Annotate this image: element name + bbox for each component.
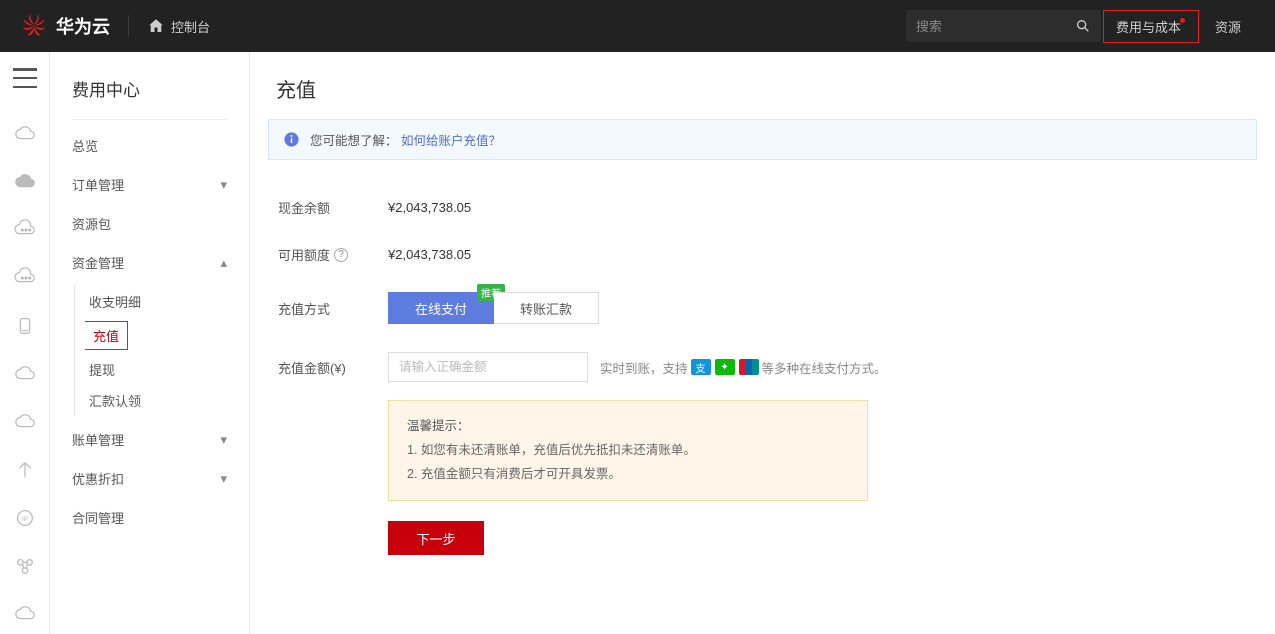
- hamburger-menu-icon[interactable]: [13, 68, 37, 88]
- amount-input[interactable]: [388, 352, 588, 382]
- sidebar-item-contract[interactable]: 合同管理: [50, 498, 249, 537]
- sidebar-item-label: 优惠折扣: [72, 469, 124, 488]
- sidebar-sub-recharge[interactable]: 充值: [85, 321, 128, 350]
- chevron-down-icon: ▾: [220, 471, 227, 487]
- search-input[interactable]: [916, 19, 1056, 34]
- cash-label: 现金余额: [278, 198, 388, 217]
- sidebar-item-label: 合同管理: [72, 508, 124, 527]
- huawei-logo-icon: [20, 12, 48, 40]
- tip-line-1: 1. 如您有未还清账单，充值后优先抵扣未还清账单。: [407, 439, 849, 463]
- sidebar-item-orders[interactable]: 订单管理 ▾: [50, 165, 249, 204]
- body-layout: IP 费用中心 总览 订单管理 ▾ 资源包 资金管理 ▴ 收支明细 充值 提现 …: [0, 52, 1275, 634]
- home-icon: [147, 17, 165, 35]
- sidebar-sub-remittance[interactable]: 汇款认领: [74, 385, 249, 416]
- sidebar-item-label: 账单管理: [72, 430, 124, 449]
- page-title: 充值: [250, 52, 1275, 119]
- wechat-icon: ✦: [715, 359, 735, 375]
- info-icon: [283, 131, 300, 148]
- cost-link[interactable]: 费用与成本: [1103, 10, 1199, 43]
- rail-icon-nodes[interactable]: [0, 546, 50, 586]
- search-box[interactable]: [906, 10, 1101, 42]
- rail-icon-cloud-5[interactable]: [0, 594, 50, 634]
- console-link[interactable]: 控制台: [147, 17, 210, 36]
- rail-icon-ip[interactable]: IP: [0, 498, 50, 538]
- chevron-up-icon: ▴: [220, 255, 227, 271]
- notification-dot: [1180, 18, 1185, 23]
- help-icon[interactable]: ?: [334, 248, 348, 262]
- rail-icon-cloud[interactable]: [0, 114, 50, 154]
- sidebar-item-overview[interactable]: 总览: [50, 126, 249, 165]
- tip-line-2: 2. 充值金额只有消费后才可开具发票。: [407, 463, 849, 487]
- divider: [128, 15, 129, 37]
- console-label: 控制台: [171, 17, 210, 36]
- rail-icon-dots[interactable]: [0, 210, 50, 250]
- main-content: 充值 您可能想了解： 如何给账户充值？ 现金余额 ¥2,043,738.05 可…: [250, 52, 1275, 634]
- next-button[interactable]: 下一步: [388, 521, 484, 555]
- row-recharge-amount: 充值金额(¥) 实时到账，支持 支 ✦ 等多种在线支付方式。: [278, 338, 1247, 396]
- brand-text: 华为云: [56, 13, 110, 39]
- info-link[interactable]: 如何给账户充值？: [401, 134, 501, 148]
- row-available-quota: 可用额度 ? ¥2,043,738.05: [278, 231, 1247, 278]
- tab-online-pay[interactable]: 在线支付 推荐: [388, 292, 494, 324]
- rail-icon-cloud-2[interactable]: [0, 162, 50, 202]
- rail-icon-up[interactable]: [0, 450, 50, 490]
- icon-rail: IP: [0, 52, 50, 634]
- cash-value: ¥2,043,738.05: [388, 200, 471, 215]
- row-cash-balance: 现金余额 ¥2,043,738.05: [278, 184, 1247, 231]
- row-recharge-method: 充值方式 在线支付 推荐 转账汇款: [278, 278, 1247, 338]
- amount-label: 充值金额(¥): [278, 358, 388, 377]
- sidebar: 费用中心 总览 订单管理 ▾ 资源包 资金管理 ▴ 收支明细 充值 提现 汇款认…: [50, 52, 250, 634]
- alipay-icon: 支: [691, 359, 711, 375]
- sidebar-sublist-funds: 收支明细 充值 提现 汇款认领: [50, 282, 249, 420]
- quota-value: ¥2,043,738.05: [388, 247, 471, 262]
- method-label: 充值方式: [278, 299, 388, 318]
- chevron-down-icon: ▾: [220, 177, 227, 193]
- sidebar-sub-income-expense[interactable]: 收支明细: [74, 286, 249, 317]
- method-tabs: 在线支付 推荐 转账汇款: [388, 292, 599, 324]
- divider: [72, 119, 227, 120]
- rail-icon-device[interactable]: [0, 306, 50, 346]
- rail-icon-dots-2[interactable]: [0, 258, 50, 298]
- sidebar-item-resource-pack[interactable]: 资源包: [50, 204, 249, 243]
- sidebar-sub-withdraw[interactable]: 提现: [74, 354, 249, 385]
- resource-link[interactable]: 资源: [1201, 17, 1255, 36]
- sidebar-item-discount[interactable]: 优惠折扣 ▾: [50, 459, 249, 498]
- tips-title: 温馨提示：: [407, 415, 849, 439]
- sidebar-item-bills[interactable]: 账单管理 ▾: [50, 420, 249, 459]
- rail-icon-cloud-4[interactable]: [0, 402, 50, 442]
- form-block: 现金余额 ¥2,043,738.05 可用额度 ? ¥2,043,738.05 …: [250, 178, 1275, 561]
- info-text: 您可能想了解： 如何给账户充值？: [310, 130, 501, 149]
- brand-logo[interactable]: 华为云: [20, 12, 110, 40]
- sidebar-item-label: 总览: [72, 136, 98, 155]
- tips-box: 温馨提示： 1. 如您有未还清账单，充值后优先抵扣未还清账单。 2. 充值金额只…: [388, 400, 868, 501]
- amount-note: 实时到账，支持 支 ✦ 等多种在线支付方式。: [600, 358, 887, 377]
- sidebar-title: 费用中心: [50, 76, 249, 119]
- quota-label: 可用额度 ?: [278, 245, 388, 264]
- unionpay-icon: [739, 359, 759, 375]
- svg-text:IP: IP: [21, 516, 27, 523]
- sidebar-item-funds[interactable]: 资金管理 ▴: [50, 243, 249, 282]
- chevron-down-icon: ▾: [220, 432, 227, 448]
- sidebar-item-label: 资源包: [72, 214, 111, 233]
- info-bar: 您可能想了解： 如何给账户充值？: [268, 119, 1257, 160]
- rail-icon-cloud-3[interactable]: [0, 354, 50, 394]
- search-icon[interactable]: [1075, 18, 1091, 34]
- tab-bank-transfer[interactable]: 转账汇款: [494, 292, 599, 324]
- top-header: 华为云 控制台 费用与成本 资源: [0, 0, 1275, 52]
- sidebar-item-label: 订单管理: [72, 175, 124, 194]
- sidebar-item-label: 资金管理: [72, 253, 124, 272]
